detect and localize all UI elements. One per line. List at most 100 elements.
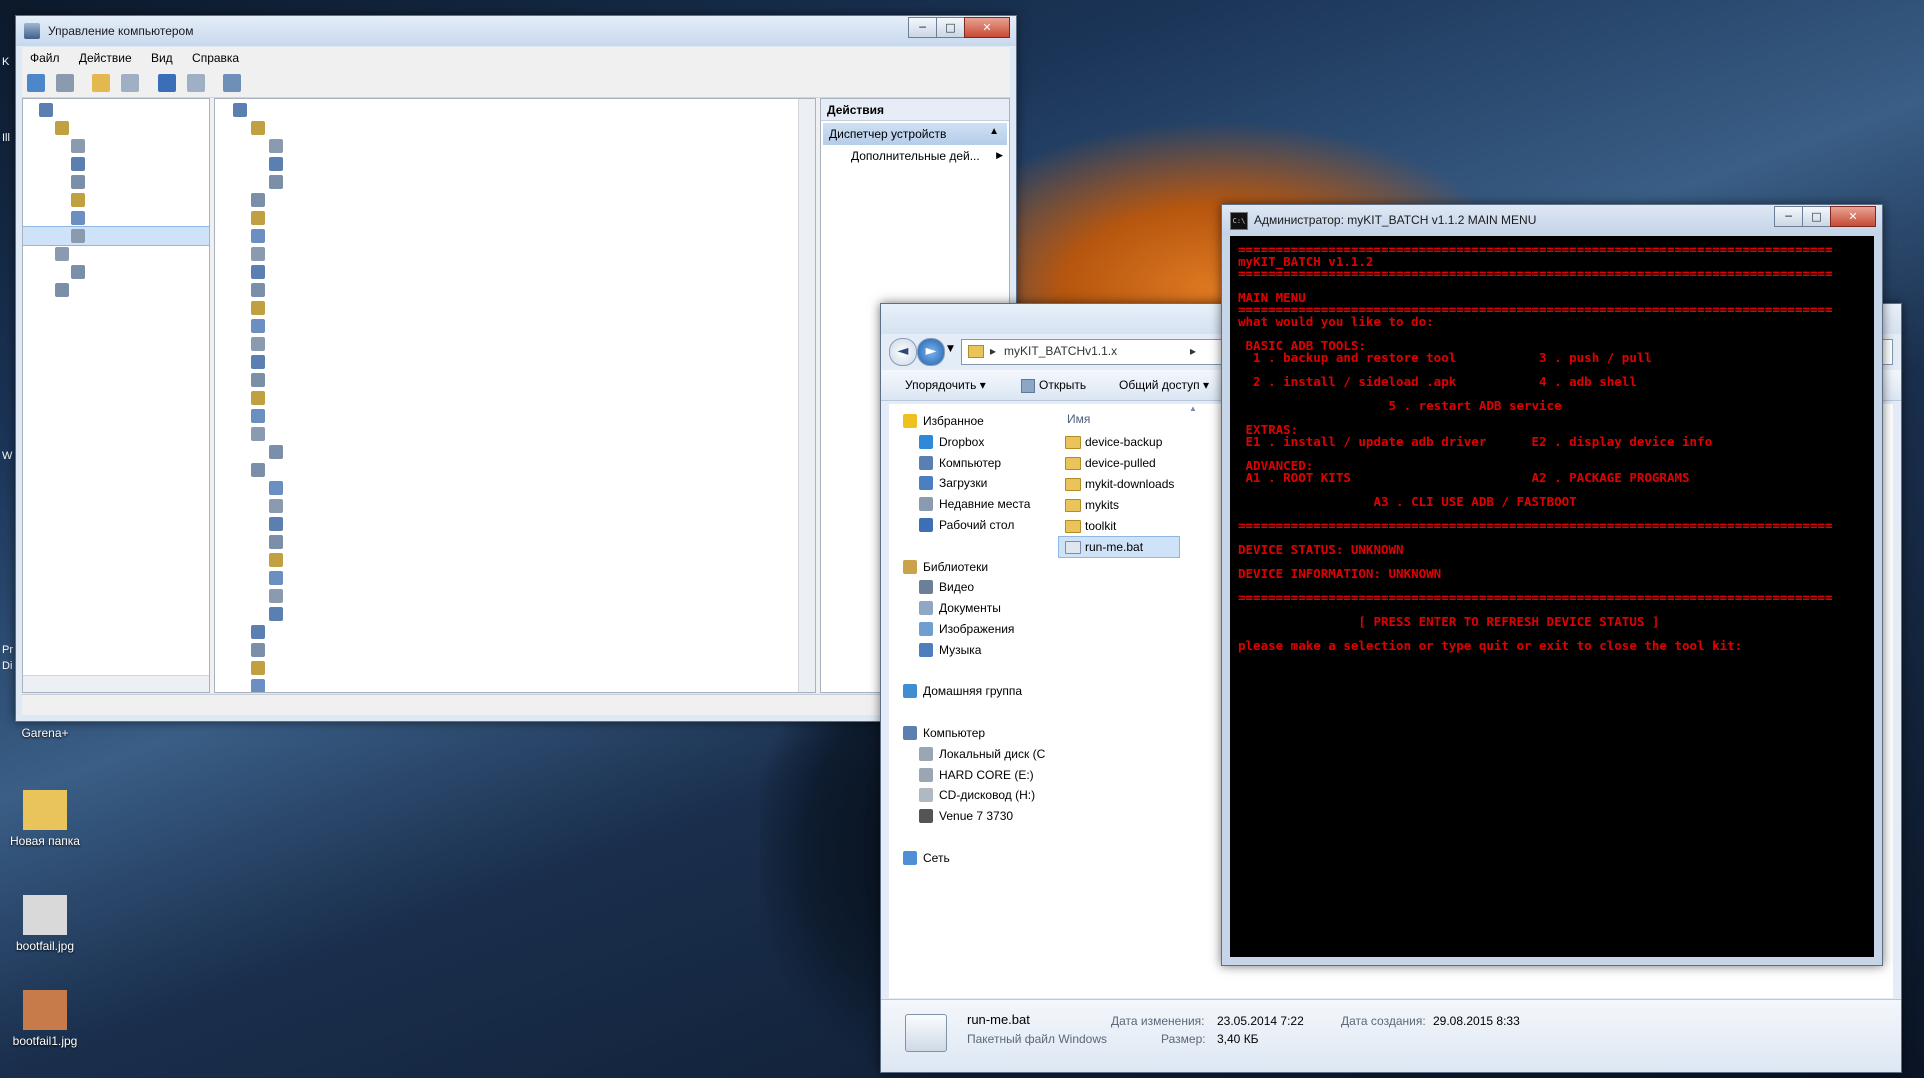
file-item[interactable]: mykit-downloads xyxy=(1059,474,1179,494)
device-tree-item[interactable] xyxy=(215,497,815,515)
device-tree-item[interactable] xyxy=(215,335,815,353)
console-tree[interactable] xyxy=(22,98,210,693)
tree-item[interactable] xyxy=(23,137,209,155)
tree-item[interactable] xyxy=(23,173,209,191)
help-icon[interactable] xyxy=(157,74,176,92)
open-button[interactable]: Открыть xyxy=(1039,378,1086,392)
device-tree-item[interactable] xyxy=(215,389,815,407)
tree-item[interactable] xyxy=(23,191,209,209)
device-tree-item[interactable] xyxy=(215,551,815,569)
history-dropdown-icon[interactable]: ▼ xyxy=(947,344,954,354)
tree-item[interactable] xyxy=(23,245,209,263)
device-tree-item[interactable] xyxy=(215,191,815,209)
file-item[interactable]: device-backup xyxy=(1059,432,1179,452)
device-tree-item[interactable] xyxy=(215,641,815,659)
collapse-arrow-icon[interactable]: ▲ xyxy=(989,126,999,137)
show-hide-tree-icon[interactable] xyxy=(121,74,140,92)
menu-file[interactable]: Файл xyxy=(22,47,68,69)
more-actions-item[interactable]: Дополнительные дей... ▶ xyxy=(851,149,1003,169)
menu-help[interactable]: Справка xyxy=(184,47,247,69)
device-tree-item[interactable] xyxy=(215,263,815,281)
device-tree-item[interactable] xyxy=(215,155,815,173)
forward-button[interactable]: ► xyxy=(917,338,945,366)
forward-icon[interactable] xyxy=(56,74,75,92)
device-tree-item[interactable] xyxy=(215,227,815,245)
up-folder-icon[interactable] xyxy=(92,74,111,92)
device-tree-item[interactable] xyxy=(215,137,815,155)
device-tree-item[interactable] xyxy=(215,443,815,461)
maximize-button[interactable]: □ xyxy=(1802,206,1831,227)
desktop-icon-3[interactable]: bootfail1.jpg xyxy=(0,990,90,1048)
device-tree-item[interactable] xyxy=(215,353,815,371)
device-tree-item[interactable] xyxy=(215,101,815,119)
command-prompt-window[interactable]: C:\ Администратор: myKIT_BATCH v1.1.2 MA… xyxy=(1221,204,1883,966)
computer-management-window[interactable]: Управление компьютером ─ □ ✕ Файл Действ… xyxy=(15,15,1017,722)
device-tree-item[interactable] xyxy=(215,605,815,623)
properties-icon[interactable] xyxy=(186,74,205,92)
device-tree-item[interactable] xyxy=(215,677,815,692)
actions-section[interactable]: Диспетчер устройств ▲ xyxy=(823,123,1007,145)
desktop-icon-label: bootfail1.jpg xyxy=(12,1034,78,1048)
device-tree-item[interactable] xyxy=(215,623,815,641)
tree-item[interactable] xyxy=(23,263,209,281)
breadcrumb-current[interactable]: myKIT_BATCHv1.1.x xyxy=(1004,340,1117,362)
device-tree-item[interactable] xyxy=(215,299,815,317)
back-icon[interactable] xyxy=(27,74,45,92)
device-tree-item[interactable] xyxy=(215,209,815,227)
tree-item[interactable] xyxy=(23,281,209,299)
device-tree-item[interactable] xyxy=(215,659,815,677)
column-header-name[interactable]: Имя xyxy=(1067,412,1090,426)
device-tree-item[interactable] xyxy=(215,587,815,605)
size-value: 3,40 КБ xyxy=(1217,1032,1259,1046)
device-tree-item[interactable] xyxy=(215,371,815,389)
organize-button[interactable]: Упорядочить ▾ xyxy=(905,378,986,392)
maximize-button[interactable]: □ xyxy=(936,17,965,38)
device-tree-item[interactable] xyxy=(215,317,815,335)
device-tree-item[interactable] xyxy=(215,569,815,587)
nav-item-label: CD-дисковод (H:) xyxy=(939,788,1036,803)
device-tree-item[interactable] xyxy=(215,407,815,425)
scan-hardware-icon[interactable] xyxy=(222,74,241,92)
tree-item[interactable] xyxy=(23,226,209,246)
device-tree-item[interactable] xyxy=(215,173,815,191)
close-button[interactable]: ✕ xyxy=(1830,206,1876,227)
console-output[interactable]: ========================================… xyxy=(1230,236,1874,957)
share-button[interactable]: Общий доступ ▾ xyxy=(1119,378,1209,392)
close-button[interactable]: ✕ xyxy=(964,17,1010,38)
device-tree-item[interactable] xyxy=(215,479,815,497)
file-item[interactable]: run-me.bat xyxy=(1058,536,1180,558)
tree-item[interactable] xyxy=(23,209,209,227)
file-item[interactable]: device-pulled xyxy=(1059,453,1179,473)
nav-item-label: Venue 7 3730 xyxy=(939,809,1014,824)
navigation-pane[interactable]: Избранное Dropbox Компьютер Загрузки Недавни… xyxy=(889,404,1050,998)
minimize-button[interactable]: ─ xyxy=(908,17,937,38)
horizontal-scrollbar[interactable] xyxy=(23,675,209,692)
tree-item[interactable] xyxy=(23,155,209,173)
desktop-icon-1[interactable]: Новая папка xyxy=(0,790,90,848)
minimize-button[interactable]: ─ xyxy=(1774,206,1803,227)
device-tree-item[interactable] xyxy=(215,533,815,551)
file-item[interactable]: mykits xyxy=(1059,495,1179,515)
device-category-icon xyxy=(251,373,265,387)
breadcrumb-arrow-icon[interactable]: ▸ xyxy=(990,340,996,362)
title-bar[interactable]: Управление компьютером ─ □ ✕ xyxy=(16,16,1016,46)
device-tree-item[interactable] xyxy=(215,461,815,479)
desktop-icon xyxy=(919,518,933,532)
breadcrumb-arrow-icon[interactable]: ▸ xyxy=(1190,340,1196,362)
device-tree-item[interactable] xyxy=(215,425,815,443)
desktop-icon-2[interactable]: bootfail.jpg xyxy=(0,895,90,953)
console-title-bar[interactable]: C:\ Администратор: myKIT_BATCH v1.1.2 MA… xyxy=(1222,205,1882,235)
device-manager-tree[interactable] xyxy=(214,98,816,693)
device-tree-item[interactable] xyxy=(215,515,815,533)
file-item[interactable]: toolkit xyxy=(1059,516,1179,536)
back-button[interactable]: ◄ xyxy=(889,338,917,366)
device-tree-item[interactable] xyxy=(215,245,815,263)
device-tree-item[interactable] xyxy=(215,281,815,299)
device-category-icon xyxy=(55,283,69,297)
pictures-icon xyxy=(919,622,933,636)
tree-item[interactable] xyxy=(23,119,209,137)
menu-action[interactable]: Действие xyxy=(71,47,140,69)
menu-view[interactable]: Вид xyxy=(143,47,181,69)
tree-item[interactable] xyxy=(23,101,209,119)
device-tree-item[interactable] xyxy=(215,119,815,137)
